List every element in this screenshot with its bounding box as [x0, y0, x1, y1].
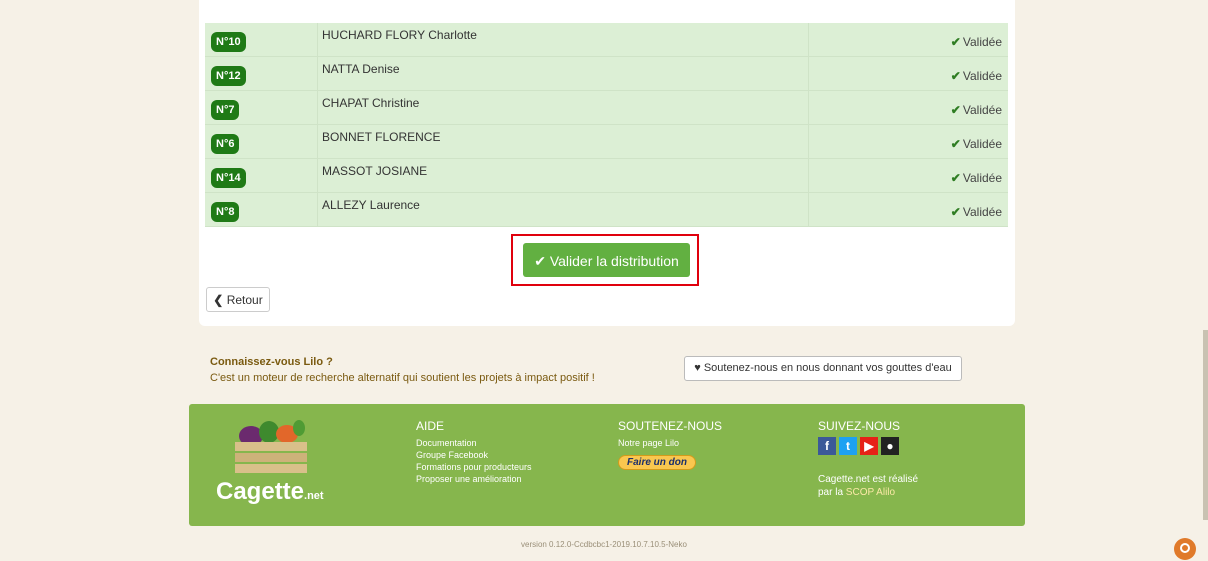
member-name: NATTA Denise	[322, 62, 400, 76]
validate-highlight: ✔ Valider la distribution	[511, 234, 699, 286]
status-validated: ✔ Validée	[950, 103, 1002, 117]
github-icon[interactable]: ●	[881, 437, 899, 455]
suivez-heading: SUIVEZ-NOUS	[818, 419, 901, 433]
footer: Cagette.net AIDE Documentation Groupe Fa…	[189, 404, 1025, 526]
link-formations[interactable]: Formations pour producteurs	[416, 461, 532, 473]
number-badge: N°12	[211, 66, 246, 86]
social-icons: f t ▶ ●	[818, 437, 918, 455]
support-lilo-button[interactable]: ♥ Soutenez-nous en nous donnant vos gout…	[684, 356, 962, 381]
member-name: HUCHARD FLORY Charlotte	[322, 28, 477, 42]
number-badge: N°14	[211, 168, 246, 188]
status-validated: ✔ Validée	[950, 137, 1002, 151]
heart-icon: ♥	[694, 362, 701, 374]
validate-distribution-button[interactable]: ✔ Valider la distribution	[523, 243, 690, 277]
youtube-icon[interactable]: ▶	[860, 437, 878, 455]
credit-text: Cagette.net est réalisé par la SCOP Alil…	[818, 474, 919, 498]
donate-button[interactable]: Faire un don	[618, 455, 696, 470]
back-button[interactable]: ❮ Retour	[206, 287, 270, 312]
table-row: N°14 MASSOT JOSIANE ✔ Validée	[205, 159, 1008, 193]
link-documentation[interactable]: Documentation	[416, 437, 532, 449]
number-badge: N°8	[211, 202, 240, 222]
twitter-icon[interactable]: t	[839, 437, 857, 455]
check-icon: ✔	[534, 253, 546, 269]
link-lilo-page[interactable]: Notre page Lilo	[618, 437, 722, 449]
table-row: N°6 BONNET FLORENCE ✔ Validée	[205, 125, 1008, 159]
soutenez-heading: SOUTENEZ-NOUS	[618, 419, 723, 433]
member-name: BONNET FLORENCE	[322, 130, 441, 144]
scop-alilo-link[interactable]: SCOP Alilo	[846, 487, 895, 498]
logo-text: Cagette.net	[216, 478, 324, 505]
check-icon: ✔	[950, 171, 961, 185]
status-validated: ✔ Validée	[950, 205, 1002, 219]
scrollbar[interactable]	[1203, 330, 1208, 520]
footer-aide: AIDE Documentation Groupe Facebook Forma…	[416, 419, 532, 485]
check-icon: ✔	[950, 35, 961, 49]
number-badge: N°7	[211, 100, 240, 120]
vegetable-crate-logo	[235, 420, 307, 473]
lilo-title: Connaissez-vous Lilo ?	[210, 356, 333, 368]
member-name: ALLEZY Laurence	[322, 198, 420, 212]
check-icon: ✔	[950, 69, 961, 83]
check-icon: ✔	[950, 103, 961, 117]
check-icon: ✔	[950, 137, 961, 151]
table-row: N°8 ALLEZY Laurence ✔ Validée	[205, 193, 1008, 227]
check-icon: ✔	[950, 205, 961, 219]
table-row: N°12 NATTA Denise ✔ Validée	[205, 57, 1008, 91]
table-row: N°10 HUCHARD FLORY Charlotte ✔ Validée	[205, 23, 1008, 57]
footer-suivez: SUIVEZ-NOUS f t ▶ ● Cagette.net est réal…	[818, 419, 918, 499]
chevron-left-icon: ❮	[213, 293, 224, 307]
member-name: CHAPAT Christine	[322, 96, 420, 110]
footer-soutenez: SOUTENEZ-NOUS Notre page Lilo Faire un d…	[618, 419, 722, 470]
link-proposer-amelioration[interactable]: Proposer une amélioration	[416, 473, 532, 485]
number-badge: N°6	[211, 134, 240, 154]
status-validated: ✔ Validée	[950, 171, 1002, 185]
aide-heading: AIDE	[416, 419, 445, 433]
link-groupe-facebook[interactable]: Groupe Facebook	[416, 449, 532, 461]
version-text: version 0.12.0-Ccdbcbc1-2019.10.7.10.5-N…	[521, 540, 687, 549]
number-badge: N°10	[211, 32, 246, 52]
lilo-description: C'est un moteur de recherche alternatif …	[210, 372, 595, 384]
status-validated: ✔ Validée	[950, 69, 1002, 83]
help-chat-icon[interactable]	[1174, 538, 1196, 560]
member-name: MASSOT JOSIANE	[322, 164, 428, 178]
facebook-icon[interactable]: f	[818, 437, 836, 455]
status-validated: ✔ Validée	[950, 35, 1002, 49]
table-row: N°7 CHAPAT Christine ✔ Validée	[205, 91, 1008, 125]
